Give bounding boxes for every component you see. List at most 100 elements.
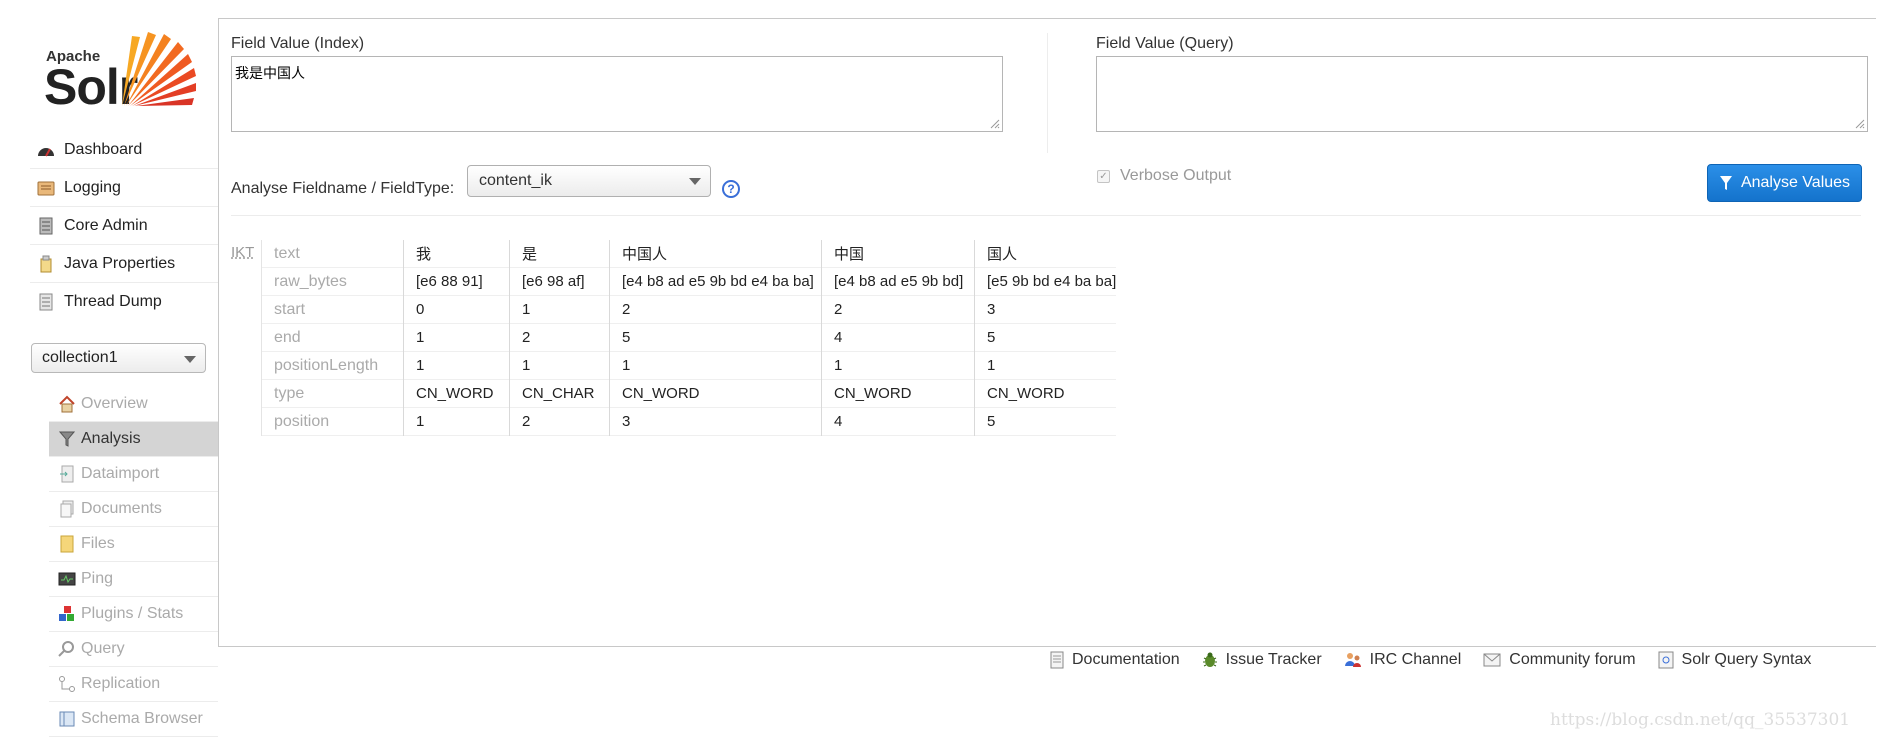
core-nav-label: Replication bbox=[81, 675, 161, 692]
core-nav-ping[interactable]: Ping bbox=[49, 562, 218, 597]
token-cell: [e6 88 91] bbox=[404, 268, 509, 296]
core-nav-analysis[interactable]: Analysis bbox=[49, 422, 218, 457]
nav-core-admin[interactable]: Core Admin bbox=[30, 207, 218, 245]
result-divider bbox=[231, 215, 1861, 216]
dataimport-icon bbox=[57, 464, 77, 484]
footer-link-label: Documentation bbox=[1072, 651, 1180, 668]
nav-dashboard[interactable]: Dashboard bbox=[30, 131, 218, 169]
attribute-name: raw_bytes bbox=[262, 268, 403, 296]
core-nav-overview[interactable]: Overview bbox=[49, 387, 218, 422]
java-properties-icon bbox=[36, 255, 56, 273]
ping-icon bbox=[57, 569, 77, 589]
sidebar: Apache Solr Dashboard Logging Core Admin… bbox=[0, 0, 218, 740]
token-cell: 2 bbox=[510, 408, 609, 436]
query-value-input[interactable] bbox=[1096, 56, 1868, 132]
core-admin-icon bbox=[36, 217, 56, 235]
schema-browser-icon bbox=[57, 709, 77, 729]
footer-links: Documentation Issue Tracker IRC Channel … bbox=[1050, 651, 1811, 669]
analyse-values-button[interactable]: Analyse Values bbox=[1707, 164, 1862, 202]
token-cell: 3 bbox=[610, 408, 821, 436]
query-syntax-icon bbox=[1658, 651, 1674, 669]
attribute-name: type bbox=[262, 380, 403, 408]
token-cell: 5 bbox=[975, 408, 1116, 436]
field-divider bbox=[1047, 33, 1048, 153]
analysis-panel: Field Value (Index) 我是中国人 Field Value (Q… bbox=[218, 18, 1876, 647]
nav-label: Java Properties bbox=[64, 254, 176, 272]
token-cell: 国人 bbox=[975, 240, 1116, 268]
token-cell: 2 bbox=[822, 296, 974, 324]
query-field-label: Field Value (Query) bbox=[1096, 35, 1234, 52]
core-nav-label: Schema Browser bbox=[81, 710, 203, 727]
core-nav-schema-browser[interactable]: Schema Browser bbox=[49, 702, 218, 737]
token-cell: CN_CHAR bbox=[510, 380, 609, 408]
core-nav-plugins-stats[interactable]: Plugins / Stats bbox=[49, 597, 218, 632]
footer-link-label: IRC Channel bbox=[1369, 651, 1462, 668]
verbose-output-toggle[interactable]: ✓ Verbose Output bbox=[1097, 167, 1231, 185]
core-nav-files[interactable]: Files bbox=[49, 527, 218, 562]
footer-link-label: Issue Tracker bbox=[1225, 651, 1322, 668]
token-column: 国人 [e5 9b bd e4 ba ba] 3 5 1 CN_WORD 5 bbox=[974, 240, 1116, 436]
footer-issue-tracker-link[interactable]: Issue Tracker bbox=[1202, 651, 1322, 669]
attribute-name: end bbox=[262, 324, 403, 352]
token-cell: 5 bbox=[975, 324, 1116, 352]
core-nav-label: Query bbox=[81, 640, 125, 657]
attribute-name: text bbox=[262, 240, 403, 268]
logging-icon bbox=[36, 179, 56, 197]
core-nav-documents[interactable]: Documents bbox=[49, 492, 218, 527]
token-cell: CN_WORD bbox=[975, 380, 1116, 408]
footer-community-forum-link[interactable]: Community forum bbox=[1483, 651, 1636, 669]
bug-icon bbox=[1202, 651, 1218, 669]
nav-label: Logging bbox=[64, 178, 121, 196]
token-cell: 是 bbox=[510, 240, 609, 268]
checkbox-icon[interactable]: ✓ bbox=[1097, 169, 1110, 183]
resize-grip-icon[interactable] bbox=[990, 119, 1000, 129]
nav-java-properties[interactable]: Java Properties bbox=[30, 245, 218, 283]
fieldtype-label: Analyse Fieldname / FieldType: bbox=[231, 180, 455, 197]
fieldtype-value: content_ik bbox=[479, 172, 552, 189]
nav-logging[interactable]: Logging bbox=[30, 169, 218, 207]
token-cell: 1 bbox=[404, 352, 509, 380]
core-nav-label: Files bbox=[81, 535, 115, 552]
attribute-name: start bbox=[262, 296, 403, 324]
token-cell: CN_WORD bbox=[610, 380, 821, 408]
core-nav-query[interactable]: Query bbox=[49, 632, 218, 667]
mail-icon bbox=[1483, 653, 1501, 667]
token-cell: [e5 9b bd e4 ba ba] bbox=[975, 268, 1116, 296]
nav-thread-dump[interactable]: Thread Dump bbox=[30, 283, 218, 321]
files-icon bbox=[57, 534, 77, 554]
index-value-input[interactable]: 我是中国人 bbox=[231, 56, 1003, 132]
core-selector-value: collection1 bbox=[42, 349, 118, 366]
token-column: 中国人 [e4 b8 ad e5 9b bd e4 ba ba] 2 5 1 C… bbox=[609, 240, 821, 436]
verbose-output-label: Verbose Output bbox=[1120, 167, 1232, 184]
documentation-icon bbox=[1050, 651, 1064, 669]
token-cell: 我 bbox=[404, 240, 509, 268]
analysis-stage-label[interactable]: IKT bbox=[231, 244, 254, 261]
solr-sunburst-icon bbox=[122, 32, 196, 106]
core-nav-replication[interactable]: Replication bbox=[49, 667, 218, 702]
analyse-values-label: Analyse Values bbox=[1740, 174, 1851, 191]
footer-irc-channel-link[interactable]: IRC Channel bbox=[1344, 651, 1462, 669]
token-cell: 中国 bbox=[822, 240, 974, 268]
core-nav-dataimport[interactable]: Dataimport bbox=[49, 457, 218, 492]
main-nav: Dashboard Logging Core Admin Java Proper… bbox=[30, 131, 218, 321]
dashboard-icon bbox=[36, 141, 56, 159]
documents-icon bbox=[57, 499, 77, 519]
token-cell: 1 bbox=[510, 352, 609, 380]
footer-solr-query-syntax-link[interactable]: Solr Query Syntax bbox=[1658, 651, 1811, 669]
solr-logo[interactable]: Apache Solr bbox=[44, 28, 204, 112]
resize-grip-icon[interactable] bbox=[1855, 119, 1865, 129]
token-cell: 5 bbox=[610, 324, 821, 352]
fieldtype-select[interactable]: content_ik bbox=[467, 165, 711, 197]
core-selector[interactable]: collection1 bbox=[31, 343, 206, 373]
help-icon[interactable]: ? bbox=[722, 180, 740, 198]
attribute-column: text raw_bytes start end positionLength … bbox=[261, 240, 403, 436]
token-cell: 1 bbox=[822, 352, 974, 380]
watermark-text: https://blog.csdn.net/qq_35537301 bbox=[1550, 710, 1851, 730]
token-cell: CN_WORD bbox=[404, 380, 509, 408]
token-cell: [e4 b8 ad e5 9b bd] bbox=[822, 268, 974, 296]
footer-documentation-link[interactable]: Documentation bbox=[1050, 651, 1180, 669]
nav-label: Thread Dump bbox=[64, 293, 162, 310]
token-cell: 2 bbox=[610, 296, 821, 324]
token-column: 我 [e6 88 91] 0 1 1 CN_WORD 1 bbox=[403, 240, 509, 436]
token-cell: [e4 b8 ad e5 9b bd e4 ba ba] bbox=[610, 268, 821, 296]
